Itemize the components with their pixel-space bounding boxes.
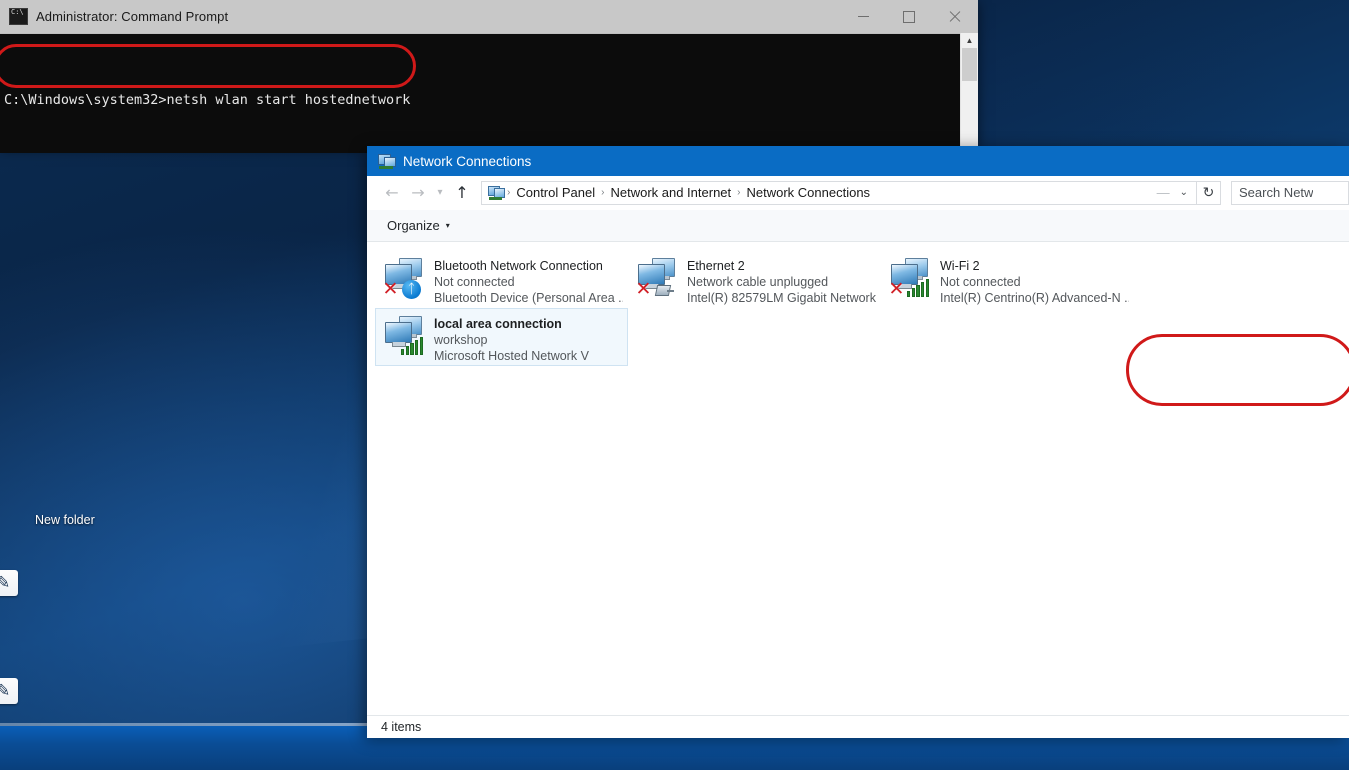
breadcrumb[interactable]: › Control Panel › Network and Internet ›… (481, 180, 1197, 205)
signal-bars-icon (907, 279, 930, 297)
adapter-status: Not connected (940, 275, 1021, 289)
adapter-text: Bluetooth Network Connection Not connect… (434, 255, 623, 306)
console-scrollbar[interactable]: ▲ (960, 33, 978, 146)
list-item[interactable]: ✕ Ethernet 2 Network cable unplugged Int… (628, 250, 881, 308)
search-placeholder: Search Netw (1239, 185, 1314, 200)
adapter-text: Ethernet 2 Network cable unplugged Intel… (687, 255, 876, 306)
shortcut-glyph-icon: ✎ (0, 573, 11, 592)
item-count-label: 4 items (381, 720, 422, 734)
red-x-icon: ✕ (635, 278, 652, 300)
minimize-button[interactable] (840, 0, 886, 33)
list-item[interactable]: ✕ ᛏ Bluetooth Network Connection Not con… (375, 250, 628, 308)
control-panel-icon (488, 185, 505, 200)
explorer-window-title: Network Connections (403, 153, 532, 169)
adapter-status: Not connected (434, 275, 515, 289)
adapter-device: Bluetooth Device (Personal Area ... (434, 291, 623, 305)
adapter-name: local area connection (434, 317, 562, 331)
desktop-icon-label-new-folder[interactable]: New folder (35, 513, 95, 527)
adapter-status: Network cable unplugged (687, 275, 829, 289)
explorer-title-bar[interactable]: Network Connections (367, 146, 1349, 176)
adapter-name: Ethernet 2 (687, 259, 745, 273)
adapter-text: local area connection workshop Microsoft… (434, 313, 623, 364)
network-adapter-icon: ✕ (888, 255, 934, 301)
back-button[interactable]: ← (379, 180, 405, 206)
command-prompt-window[interactable]: Administrator: Command Prompt C:\Windows… (0, 0, 978, 153)
adapter-device: Intel(R) Centrino(R) Advanced-N .. (940, 291, 1129, 305)
desktop-shortcut-upper[interactable]: ✎ (0, 570, 18, 596)
breadcrumb-item-control-panel[interactable]: Control Panel (511, 185, 600, 200)
close-button[interactable] (932, 0, 978, 33)
adapter-text: Wi-Fi 2 Not connected Intel(R) Centrino(… (940, 255, 1129, 306)
red-x-icon: ✕ (888, 278, 905, 300)
breadcrumb-overflow-dash: — (1156, 185, 1170, 200)
network-adapter-icon: ✕ ᛏ (382, 255, 428, 301)
explorer-toolbar: Organize ▾ (367, 210, 1349, 242)
adapter-name: Bluetooth Network Connection (434, 259, 603, 273)
bluetooth-icon: ᛏ (402, 280, 421, 299)
console-line: C:\Windows\system32>netsh wlan start hos… (4, 92, 411, 108)
explorer-content-pane[interactable]: ✕ ᛏ Bluetooth Network Connection Not con… (367, 242, 1349, 738)
maximize-button[interactable] (886, 0, 932, 33)
adapter-device: Microsoft Hosted Network V (434, 349, 589, 363)
breadcrumb-item-network-connections[interactable]: Network Connections (742, 185, 876, 200)
list-item[interactable]: ✕ Wi-Fi 2 Not connected Intel(R) Centrin… (881, 250, 1134, 308)
desktop: ✎ ✎ New folder Administrator: Command Pr… (0, 0, 1349, 770)
organize-button[interactable]: Organize ▾ (381, 215, 456, 236)
minimize-icon (857, 16, 869, 17)
organize-label: Organize (387, 218, 440, 233)
shortcut-glyph-icon: ✎ (0, 681, 11, 700)
network-adapter-list: ✕ ᛏ Bluetooth Network Connection Not con… (375, 250, 1349, 366)
adapter-name: Wi-Fi 2 (940, 259, 980, 273)
network-adapter-icon (382, 313, 428, 359)
console-output[interactable]: C:\Windows\system32>netsh wlan start hos… (0, 34, 978, 153)
close-icon (949, 11, 961, 23)
scroll-up-arrow-icon[interactable]: ▲ (961, 33, 978, 47)
breadcrumb-item-network-and-internet[interactable]: Network and Internet (605, 185, 736, 200)
signal-bars-icon (401, 337, 424, 355)
cable-icon (654, 283, 674, 296)
chevron-down-icon: ▾ (445, 221, 450, 230)
forward-button[interactable]: → (405, 180, 431, 206)
scrollbar-thumb[interactable] (962, 48, 977, 81)
adapter-status: workshop (434, 333, 488, 347)
maximize-icon (903, 10, 915, 23)
cmd-window-buttons (840, 0, 978, 33)
recent-locations-button[interactable]: ▾ (431, 180, 449, 206)
search-input[interactable]: Search Netw (1231, 180, 1349, 205)
refresh-button[interactable]: ↻ (1197, 180, 1221, 205)
cmd-title-bar[interactable]: Administrator: Command Prompt (0, 0, 978, 34)
list-item-selected[interactable]: local area connection workshop Microsoft… (375, 308, 628, 366)
network-connections-window[interactable]: Network Connections ← → ▾ ↑ › Control Pa… (367, 146, 1349, 738)
desktop-shortcut-lower[interactable]: ✎ (0, 678, 18, 704)
red-x-icon: ✕ (382, 278, 399, 300)
up-button[interactable]: ↑ (449, 180, 475, 206)
chevron-down-icon[interactable]: ⌄ (1176, 187, 1196, 198)
cmd-icon (9, 8, 28, 25)
adapter-device: Intel(R) 82579LM Gigabit Network... (687, 291, 876, 305)
address-bar: ← → ▾ ↑ › Control Panel › Network and In… (367, 176, 1349, 210)
network-adapter-icon: ✕ (635, 255, 681, 301)
network-connections-icon (378, 153, 396, 169)
explorer-status-bar: 4 items (367, 715, 1349, 738)
cmd-window-title: Administrator: Command Prompt (36, 9, 229, 24)
